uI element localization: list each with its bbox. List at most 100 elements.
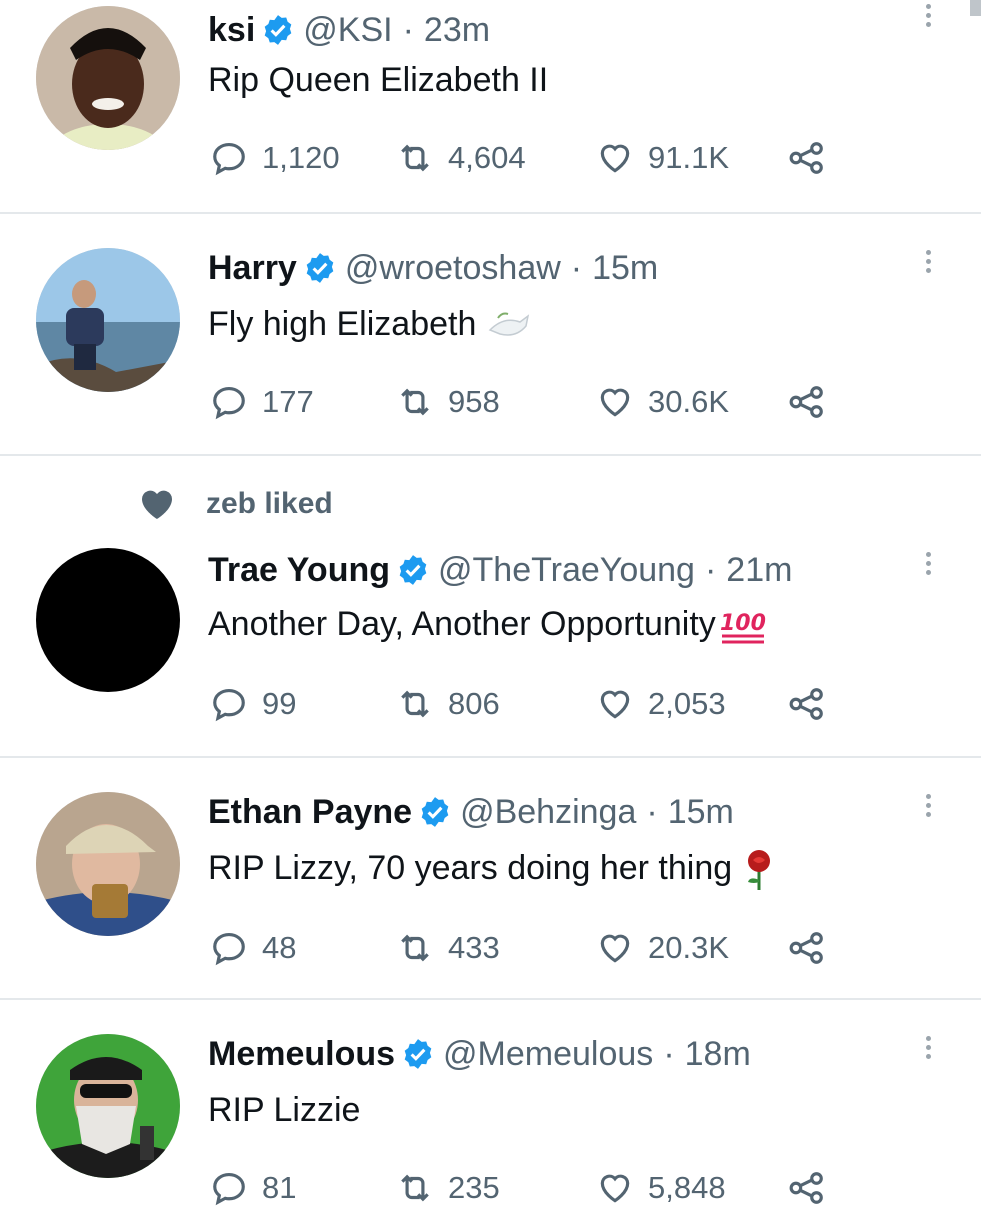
avatar[interactable]: [36, 6, 180, 150]
like-button[interactable]: 91.1K: [596, 136, 729, 180]
retweet-button[interactable]: 235: [396, 1166, 500, 1210]
like-count: 30.6K: [648, 384, 730, 419]
share-button[interactable]: [788, 136, 840, 180]
share-button[interactable]: [788, 682, 840, 726]
timestamp[interactable]: 15m: [668, 790, 734, 834]
heart-icon: [600, 1174, 630, 1203]
retweet-icon: [401, 1174, 429, 1202]
verified-badge-icon: [264, 15, 292, 45]
tweet-header: Trae Young @TheTraeYoung · 21m: [208, 548, 792, 592]
heart-icon: [600, 690, 630, 719]
tweet-text: Another Day, Another Opportunity 100: [208, 602, 768, 646]
retweet-count: 806: [448, 686, 500, 721]
reply-button[interactable]: 99: [210, 682, 296, 726]
tweet[interactable]: Trae Young @TheTraeYoung · 21m Another D…: [0, 456, 981, 758]
retweet-button[interactable]: 806: [396, 682, 500, 726]
avatar[interactable]: [36, 548, 180, 692]
more-options-icon[interactable]: [918, 246, 938, 290]
reply-count: 99: [262, 686, 297, 721]
like-count: 5,848: [648, 1170, 726, 1205]
timestamp[interactable]: 15m: [592, 246, 658, 290]
share-icon: [789, 688, 823, 720]
like-button[interactable]: 30.6K: [596, 380, 729, 424]
separator-dot: ·: [663, 1035, 675, 1073]
verified-badge-icon: [404, 1039, 432, 1069]
verified-badge-icon: [421, 797, 449, 827]
reply-count: 177: [262, 384, 314, 419]
display-name[interactable]: ksi: [208, 8, 255, 52]
retweet-button[interactable]: 958: [396, 380, 500, 424]
tweet-text: RIP Lizzie: [208, 1091, 361, 1129]
separator-dot: ·: [402, 11, 414, 49]
reply-button[interactable]: 48: [210, 926, 296, 970]
tweet-actions: 1,120 4,604 91.1K: [210, 136, 850, 180]
separator-dot: ·: [704, 551, 717, 589]
heart-icon: [600, 144, 630, 173]
tweet[interactable]: Ethan Payne @Behzinga · 15m RIP Lizzy, 7…: [0, 758, 981, 1000]
like-count: 91.1K: [648, 140, 730, 175]
display-name[interactable]: Memeulous: [208, 1032, 395, 1076]
share-icon: [789, 142, 823, 174]
user-handle[interactable]: @Behzinga: [460, 790, 636, 834]
display-name[interactable]: Ethan Payne: [208, 790, 412, 834]
more-options-icon[interactable]: [918, 790, 938, 834]
reply-count: 48: [262, 930, 297, 965]
avatar[interactable]: [36, 248, 180, 392]
tweet[interactable]: ksi @KSI · 23m Rip Queen Elizabeth II 1,…: [0, 0, 981, 214]
display-name[interactable]: Harry: [208, 246, 297, 290]
heart-icon: [600, 388, 630, 417]
tweet[interactable]: Memeulous @Memeulous · 18m RIP Lizzie 81…: [0, 1000, 981, 1206]
more-options-icon[interactable]: [918, 1032, 938, 1076]
user-handle[interactable]: @KSI: [303, 8, 392, 52]
avatar[interactable]: [36, 792, 180, 936]
separator-dot: ·: [646, 793, 658, 831]
reply-icon: [213, 386, 245, 420]
share-icon: [789, 932, 823, 964]
tweet[interactable]: Harry @wroetoshaw · 15m Fly high Elizabe…: [0, 214, 981, 456]
verified-badge-icon: [399, 555, 427, 585]
like-button[interactable]: 5,848: [596, 1166, 726, 1210]
like-count: 2,053: [648, 686, 726, 721]
reply-count: 1,120: [262, 140, 340, 175]
tweet-actions: 48 433 20.3K: [210, 926, 850, 970]
user-handle[interactable]: @Memeulous: [443, 1032, 653, 1076]
tweet-header: Memeulous @Memeulous · 18m: [208, 1032, 751, 1076]
like-count: 20.3K: [648, 930, 730, 965]
tweet-header: Harry @wroetoshaw · 15m: [208, 246, 658, 290]
reply-count: 81: [262, 1170, 297, 1205]
reply-button[interactable]: 81: [210, 1166, 296, 1210]
more-options-icon[interactable]: [918, 548, 938, 592]
heart-icon: [600, 934, 630, 963]
share-button[interactable]: [788, 380, 840, 424]
tweet-text: Fly high Elizabeth: [208, 302, 532, 346]
timestamp[interactable]: 18m: [685, 1032, 751, 1076]
tweet-header: Ethan Payne @Behzinga · 15m: [208, 790, 734, 834]
retweet-button[interactable]: 4,604: [396, 136, 526, 180]
user-handle[interactable]: @TheTraeYoung: [438, 548, 695, 592]
share-button[interactable]: [788, 926, 840, 970]
hundred-points-emoji: 100: [720, 611, 766, 644]
display-name[interactable]: Trae Young: [208, 548, 390, 592]
timestamp[interactable]: 21m: [726, 548, 792, 592]
separator-dot: ·: [570, 249, 583, 287]
retweet-button[interactable]: 433: [396, 926, 500, 970]
retweet-icon: [401, 144, 429, 172]
share-icon: [789, 1172, 823, 1204]
retweet-count: 4,604: [448, 140, 526, 175]
like-button[interactable]: 20.3K: [596, 926, 729, 970]
retweet-icon: [401, 690, 429, 718]
timestamp[interactable]: 23m: [424, 8, 490, 52]
reply-button[interactable]: 177: [210, 380, 314, 424]
more-options-icon[interactable]: [918, 0, 938, 44]
share-button[interactable]: [788, 1166, 840, 1210]
rose-emoji: [748, 850, 771, 891]
reply-icon: [213, 688, 245, 722]
reply-button[interactable]: 1,120: [210, 136, 340, 180]
tweet-header: ksi @KSI · 23m: [208, 8, 490, 52]
tweet-text: RIP Lizzy, 70 years doing her thing: [208, 846, 776, 892]
avatar[interactable]: [36, 1034, 180, 1178]
share-icon: [789, 386, 823, 418]
reply-icon: [213, 932, 245, 966]
like-button[interactable]: 2,053: [596, 682, 726, 726]
user-handle[interactable]: @wroetoshaw: [345, 246, 561, 290]
